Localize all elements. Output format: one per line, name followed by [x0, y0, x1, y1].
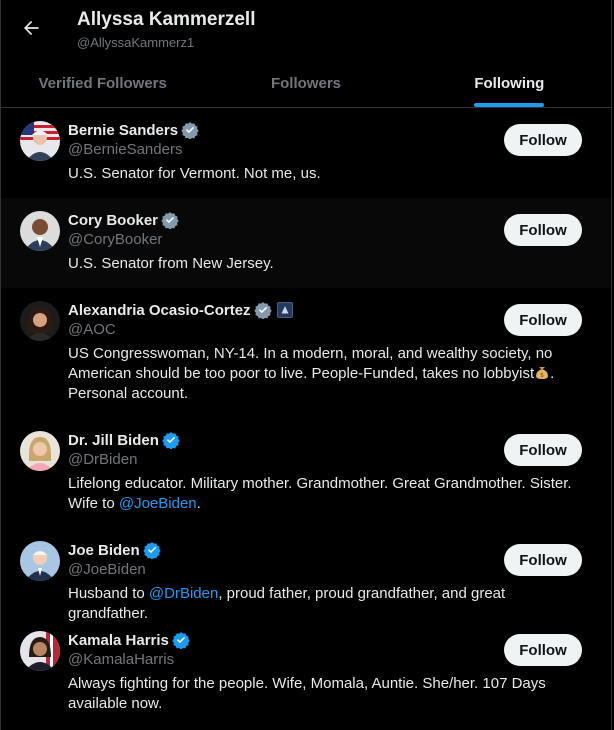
user-bio: U.S. Senator from New Jersey.	[68, 255, 274, 272]
profile-header: Allyssa Kammerzell @AllyssaKammerz1	[1, 0, 611, 60]
user-name[interactable]: Dr. Jill Biden	[68, 432, 159, 449]
tab-verified-followers[interactable]: Verified Followers	[1, 60, 204, 107]
government-affiliation-icon[interactable]	[276, 302, 293, 318]
user-bio: Always fighting for the people. Wife, Mo…	[68, 675, 546, 712]
tab-followers[interactable]: Followers	[204, 60, 407, 107]
follow-button[interactable]: Follow	[504, 634, 582, 666]
user-name[interactable]: Alexandria Ocasio-Cortez	[68, 302, 251, 319]
user-name[interactable]: Cory Booker	[68, 212, 158, 229]
user-cell[interactable]: Bernie Sanders @BernieSanders U.S. Senat…	[1, 108, 611, 198]
user-bio: U.S. Senator for Vermont. Not me, us.	[68, 165, 321, 182]
follow-button[interactable]: Follow	[504, 434, 582, 466]
page-title: Allyssa Kammerzell	[77, 9, 256, 30]
user-name[interactable]: Kamala Harris	[68, 632, 169, 649]
follow-button[interactable]: Follow	[504, 214, 582, 246]
mention-link[interactable]: @DrBiden	[149, 585, 218, 602]
tab-label: Verified Followers	[38, 75, 167, 92]
money-bag-icon: $	[534, 364, 550, 380]
avatar[interactable]	[20, 631, 60, 671]
app-frame: Allyssa Kammerzell @AllyssaKammerz1 Veri…	[0, 0, 612, 730]
page-handle: @AllyssaKammerz1	[77, 35, 195, 50]
back-button[interactable]	[15, 12, 47, 44]
user-cell[interactable]: Dr. Jill Biden @DrBiden Lifelong educato…	[1, 418, 611, 528]
active-tab-indicator	[474, 103, 545, 107]
blue-check-icon	[142, 541, 161, 559]
avatar[interactable]	[20, 121, 60, 161]
follow-button[interactable]: Follow	[504, 544, 582, 576]
gray-check-icon	[253, 301, 272, 319]
user-cell[interactable]: Alexandria Ocasio-Cortez @AOC US Congres…	[1, 288, 611, 418]
tab-label: Followers	[270, 75, 341, 92]
mention-link[interactable]: @JoeBiden	[119, 495, 197, 512]
follow-button[interactable]: Follow	[504, 124, 582, 156]
follow-button[interactable]: Follow	[504, 304, 582, 336]
tab-label: Following	[474, 75, 545, 92]
gray-check-icon	[181, 121, 199, 139]
tab-bar: Verified Followers Followers Following	[1, 60, 611, 108]
user-cell[interactable]: Joe Biden @JoeBiden Husband to @DrBiden,…	[1, 528, 611, 622]
svg-text:$: $	[540, 372, 544, 379]
user-cell[interactable]: Cory Booker @CoryBooker U.S. Senator fro…	[1, 198, 611, 288]
user-cell[interactable]: Kamala Harris @KamalaHarris Always fight…	[1, 618, 611, 730]
tab-following[interactable]: Following	[408, 60, 611, 107]
user-list: Bernie Sanders @BernieSanders U.S. Senat…	[1, 108, 611, 730]
user-bio: Lifelong educator. Military mother. Gran…	[68, 475, 572, 512]
avatar[interactable]	[20, 541, 60, 581]
gray-check-icon	[161, 211, 179, 229]
avatar[interactable]	[20, 211, 60, 251]
blue-check-icon	[162, 431, 180, 449]
avatar[interactable]	[20, 301, 60, 341]
user-name[interactable]: Bernie Sanders	[68, 122, 178, 139]
avatar[interactable]	[20, 431, 60, 471]
blue-check-icon	[172, 631, 190, 649]
arrow-left-icon	[24, 20, 39, 36]
user-name[interactable]: Joe Biden	[68, 542, 140, 559]
user-bio: US Congresswoman, NY-14. In a modern, mo…	[68, 345, 555, 402]
